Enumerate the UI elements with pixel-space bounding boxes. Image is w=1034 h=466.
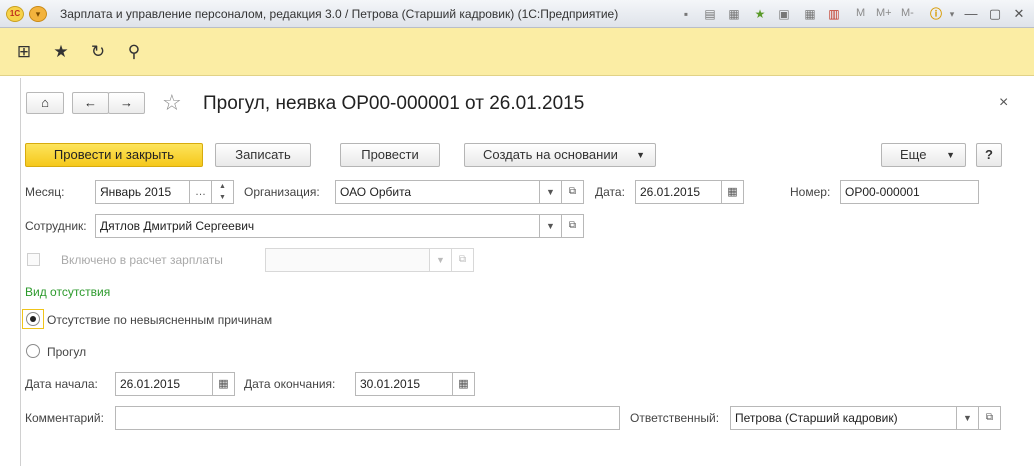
home-button[interactable]: ⌂ xyxy=(26,92,64,114)
calculator-icon[interactable]: ▦ xyxy=(802,6,818,22)
save-icon[interactable]: ▪ xyxy=(678,6,694,22)
comment-input[interactable] xyxy=(115,406,620,430)
payroll-input[interactable] xyxy=(265,248,430,272)
radio-truancy-label: Прогул xyxy=(47,345,87,359)
help-button[interactable]: ? xyxy=(976,143,1002,167)
arrow-left-icon: ← xyxy=(84,95,97,110)
create-based-on-label: Создать на основании xyxy=(483,147,618,162)
close-window-icon[interactable]: ✕ xyxy=(1010,5,1028,23)
chevron-down-icon: ▼ xyxy=(946,150,955,160)
search-icon[interactable]: ⚲ xyxy=(124,42,144,62)
add-favorite-icon[interactable]: ★ xyxy=(752,6,768,22)
arrow-right-icon: → xyxy=(120,95,133,110)
preview-icon[interactable]: ▦ xyxy=(726,6,742,22)
save-button[interactable]: Записать xyxy=(215,143,311,167)
number-label: Номер: xyxy=(790,185,831,199)
start-date-label: Дата начала: xyxy=(25,377,98,391)
home-icon: ⌂ xyxy=(41,95,49,110)
favorites-star-icon[interactable]: ★ xyxy=(51,42,71,62)
month-label: Месяц: xyxy=(25,185,65,199)
history-icon[interactable]: ↻ xyxy=(88,42,108,62)
info-icon[interactable]: ⓘ xyxy=(928,6,944,22)
employee-dropdown-icon[interactable]: ▼ xyxy=(540,214,562,238)
radio-unexplained-label: Отсутствие по невыясненным причинам xyxy=(47,313,273,327)
forward-button[interactable]: → xyxy=(108,92,145,114)
date-input[interactable]: 26.01.2015 xyxy=(635,180,722,204)
window-title-bar: 1C ▾ Зарплата и управление персоналом, р… xyxy=(0,0,1034,28)
more-label: Еще xyxy=(900,147,927,162)
favorite-star-icon[interactable]: ☆ xyxy=(162,90,182,116)
calendar-icon[interactable]: ▥ xyxy=(826,6,842,22)
start-date-input[interactable]: 26.01.2015 xyxy=(115,372,213,396)
back-button[interactable]: ← xyxy=(72,92,109,114)
minimize-icon[interactable]: — xyxy=(962,5,980,23)
payroll-label: Включено в расчет зарплаты xyxy=(61,253,223,267)
end-date-calendar-icon[interactable]: ▦ xyxy=(453,372,475,396)
org-open-icon[interactable]: ⧉ xyxy=(562,180,584,204)
responsible-open-icon[interactable]: ⧉ xyxy=(979,406,1001,430)
employee-open-icon[interactable]: ⧉ xyxy=(562,214,584,238)
print-icon[interactable]: ▤ xyxy=(702,6,718,22)
apps-grid-icon[interactable]: ⊞ xyxy=(14,42,34,62)
chevron-down-icon: ▼ xyxy=(636,150,645,160)
absence-section-title: Вид отсутствия xyxy=(25,285,111,299)
number-input[interactable]: ОР00-000001 xyxy=(840,180,979,204)
radio-truancy[interactable] xyxy=(26,344,40,358)
bookmark-icon[interactable]: ▣ xyxy=(776,6,792,22)
month-input[interactable]: Январь 2015 xyxy=(95,180,190,204)
main-menu-icon[interactable]: ▾ xyxy=(29,6,47,22)
month-spinner[interactable]: ▲ ▼ xyxy=(212,180,234,204)
org-dropdown-icon[interactable]: ▼ xyxy=(540,180,562,204)
create-based-on-button[interactable]: Создать на основании ▼ xyxy=(464,143,656,167)
post-and-close-button[interactable]: Провести и закрыть xyxy=(25,143,203,167)
employee-label: Сотрудник: xyxy=(25,219,87,233)
responsible-dropdown-icon[interactable]: ▼ xyxy=(957,406,979,430)
memory-plus-button[interactable]: M+ xyxy=(876,7,892,19)
end-date-label: Дата окончания: xyxy=(244,377,336,391)
date-calendar-icon[interactable]: ▦ xyxy=(722,180,744,204)
radio-unexplained[interactable] xyxy=(26,312,40,326)
date-label: Дата: xyxy=(595,185,625,199)
section-toolbar: ⊞ ★ ↻ ⚲ xyxy=(0,28,1034,76)
end-date-input[interactable]: 30.01.2015 xyxy=(355,372,453,396)
1c-logo-icon: 1C xyxy=(6,6,24,22)
memory-minus-button[interactable]: M- xyxy=(901,7,914,19)
org-input[interactable]: ОАО Орбита xyxy=(335,180,540,204)
more-button[interactable]: Еще ▼ xyxy=(881,143,966,167)
responsible-input[interactable]: Петрова (Старший кадровик) xyxy=(730,406,957,430)
start-date-calendar-icon[interactable]: ▦ xyxy=(213,372,235,396)
org-label: Организация: xyxy=(244,185,320,199)
page-title: Прогул, неявка ОР00-000001 от 26.01.2015 xyxy=(203,93,585,114)
payroll-dropdown-icon[interactable]: ▼ xyxy=(430,248,452,272)
responsible-label: Ответственный: xyxy=(630,411,720,425)
comment-label: Комментарий: xyxy=(25,411,104,425)
payroll-checkbox[interactable] xyxy=(27,253,40,266)
payroll-open-icon[interactable]: ⧉ xyxy=(452,248,474,272)
month-select-button[interactable]: … xyxy=(190,180,212,204)
window-title: Зарплата и управление персоналом, редакц… xyxy=(60,7,619,21)
maximize-icon[interactable]: ▢ xyxy=(986,5,1004,23)
info-dropdown-icon[interactable]: ▾ xyxy=(944,6,960,22)
memory-button[interactable]: M xyxy=(856,7,865,19)
post-button[interactable]: Провести xyxy=(340,143,440,167)
employee-input[interactable]: Дятлов Дмитрий Сергеевич xyxy=(95,214,540,238)
close-form-icon[interactable]: × xyxy=(999,94,1008,112)
